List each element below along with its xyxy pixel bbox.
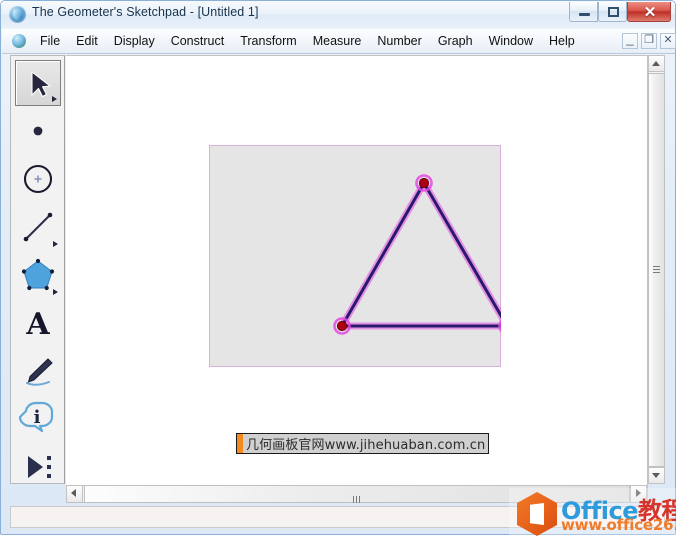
information-tool[interactable]: i	[15, 396, 61, 442]
custom-tool[interactable]	[15, 444, 61, 490]
watermark-accent-bar	[237, 434, 243, 453]
maximize-icon	[608, 7, 619, 17]
grip-icon	[653, 266, 660, 275]
document-icon	[12, 34, 26, 48]
menu-item-edit[interactable]: Edit	[68, 31, 106, 51]
sketch-canvas[interactable]: 几何画板官网www.jihehuaban.com.cn	[66, 55, 648, 486]
vertical-scroll-thumb[interactable]	[648, 73, 665, 467]
menu-item-help[interactable]: Help	[541, 31, 583, 51]
triangle-edges	[340, 181, 501, 328]
mdi-restore-button[interactable]: ❐	[641, 33, 657, 49]
menu-item-construct[interactable]: Construct	[163, 31, 233, 51]
scroll-left-button[interactable]	[66, 485, 83, 503]
menu-item-display[interactable]: Display	[106, 31, 163, 51]
window-title: The Geometer's Sketchpad - [Untitled 1]	[32, 5, 259, 19]
menu-item-number[interactable]: Number	[369, 31, 429, 51]
menu-item-window[interactable]: Window	[481, 31, 541, 51]
window-minimize-button[interactable]	[569, 2, 598, 22]
watermark-label: 几何画板官网www.jihehuaban.com.cn	[236, 433, 490, 454]
straightedge-tool[interactable]	[15, 204, 61, 250]
title-bar: The Geometer's Sketchpad - [Untitled 1] …	[1, 1, 675, 28]
marker-pen-icon	[26, 358, 53, 386]
mdi-close-button[interactable]: ✕	[660, 33, 676, 49]
office-hexagon-icon	[517, 492, 557, 536]
application-window: The Geometer's Sketchpad - [Untitled 1] …	[0, 0, 676, 536]
window-close-button[interactable]: ✕	[627, 2, 671, 22]
chevron-left-icon	[71, 489, 76, 497]
circle-compass-icon	[23, 164, 53, 194]
menu-item-transform[interactable]: Transform	[232, 31, 305, 51]
mdi-restore-icon: ❐	[644, 34, 654, 46]
info-bubble-icon: i	[18, 401, 54, 433]
triangle-vertex-bottom-right	[498, 319, 501, 333]
svg-text:i: i	[34, 407, 41, 428]
svg-text:A: A	[25, 307, 50, 342]
menu-item-file[interactable]: File	[32, 31, 68, 51]
watermark-text: 几何画板官网www.jihehuaban.com.cn	[246, 438, 486, 453]
menu-item-list: File Edit Display Construct Transform Me…	[32, 29, 583, 53]
brand-url: www.office26.com	[561, 516, 676, 534]
close-icon: ✕	[643, 4, 657, 21]
mdi-minimize-icon: _	[626, 31, 634, 46]
custom-tool-icon	[28, 456, 51, 478]
brand-logo: Office教程网 www.office26.com	[509, 488, 676, 536]
straightedge-tool-flyout-icon[interactable]	[53, 241, 58, 247]
arrow-select-tool[interactable]	[15, 60, 61, 106]
scroll-down-button[interactable]	[648, 467, 665, 484]
window-maximize-button[interactable]	[598, 2, 627, 22]
sketchpad-globe-icon	[9, 6, 26, 23]
menu-bar: File Edit Display Construct Transform Me…	[2, 29, 676, 54]
chevron-down-icon	[652, 473, 660, 478]
mdi-minimize-button[interactable]: _	[622, 31, 638, 49]
menu-item-measure[interactable]: Measure	[305, 31, 370, 51]
polygon-tool-flyout-icon[interactable]	[53, 289, 58, 295]
marker-tool[interactable]	[15, 348, 61, 394]
scroll-up-button[interactable]	[648, 55, 665, 72]
point-dot-icon	[33, 126, 43, 136]
mdi-close-icon: ✕	[663, 34, 673, 46]
compass-circle-tool[interactable]	[15, 156, 61, 202]
polygon-tool[interactable]	[15, 252, 61, 298]
triangle-selection-halo	[338, 179, 501, 330]
minimize-icon	[579, 13, 590, 16]
work-area: A i 几何画板官网www.jihehuaban.com.cn	[5, 54, 673, 528]
triangle-figure[interactable]	[209, 145, 501, 367]
menu-item-graph[interactable]: Graph	[430, 31, 481, 51]
arrow-tool-flyout-icon[interactable]	[52, 96, 57, 102]
toolbox: A i	[10, 55, 65, 484]
text-tool[interactable]: A	[15, 300, 61, 346]
point-tool[interactable]	[15, 108, 61, 154]
letter-a-icon: A	[25, 307, 50, 342]
vertical-scrollbar[interactable]	[648, 55, 665, 484]
chevron-up-icon	[652, 61, 660, 66]
